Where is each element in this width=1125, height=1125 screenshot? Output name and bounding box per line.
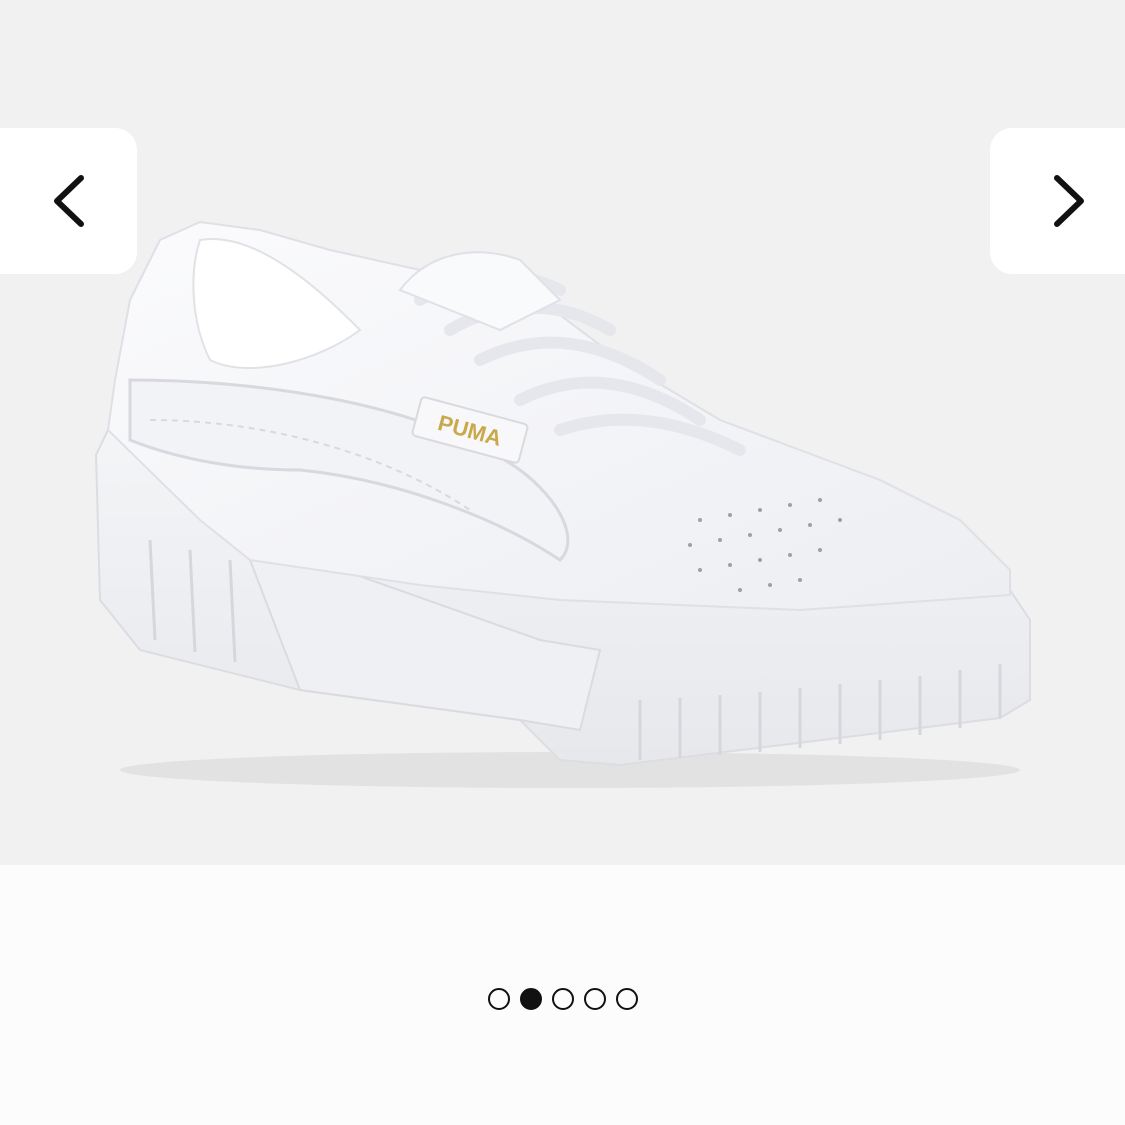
pagination-dot[interactable]	[487, 988, 510, 1010]
product-image: PUMA	[94, 220, 1031, 788]
chevron-left-icon	[53, 175, 84, 227]
pagination-dot[interactable]	[583, 988, 606, 1010]
chevron-right-icon	[1053, 175, 1084, 227]
next-image-button[interactable]	[990, 128, 1125, 274]
image-gallery: PUMA	[0, 0, 1125, 865]
pagination-dot[interactable]	[551, 988, 574, 1010]
pagination-dots	[0, 988, 1125, 1010]
pagination-dot[interactable]	[615, 988, 638, 1010]
pagination-dot[interactable]	[519, 988, 542, 1010]
previous-image-button[interactable]	[0, 128, 137, 274]
